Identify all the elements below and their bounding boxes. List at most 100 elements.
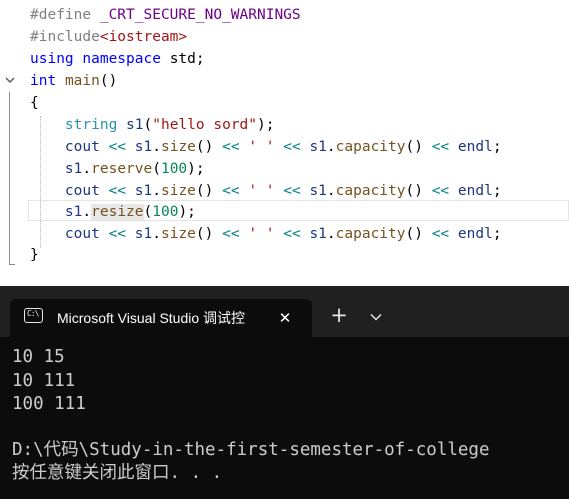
namespace-name: std <box>169 51 196 67</box>
punct: ( <box>143 117 153 133</box>
punct: ( <box>143 204 153 220</box>
code-line-9[interactable]: cout << s1.size() << ' ' << s1.capacity(… <box>30 180 502 202</box>
operator: << <box>431 139 450 155</box>
char-literal: ' ' <box>248 139 275 155</box>
parens: () <box>195 183 214 199</box>
punct: ); <box>187 161 205 177</box>
console-icon: C:\ <box>24 308 43 323</box>
code-line-8[interactable]: s1.reserve(100); <box>30 158 205 180</box>
punct: ( <box>152 161 161 177</box>
punct: ); <box>178 204 196 220</box>
code-line-2[interactable]: #include<iostream> <box>30 26 187 48</box>
code-line-5[interactable]: { <box>30 92 39 114</box>
code-line-12[interactable]: } <box>30 244 39 266</box>
code-line-10[interactable]: s1.resize(100); <box>30 201 196 223</box>
operator: << <box>283 183 301 199</box>
method: resize <box>91 204 144 220</box>
operator: << <box>283 226 301 242</box>
type-keyword: int <box>30 73 57 89</box>
tab-title: Microsoft Visual Studio 调试控 <box>57 310 246 326</box>
number-literal: 100 <box>152 204 179 220</box>
semicolon: ; <box>492 226 502 242</box>
terminal-output[interactable]: 10 15 10 111 100 111 D:\代码\Study-in-the-… <box>0 337 569 499</box>
preprocessor-directive: #include <box>30 29 100 45</box>
include-header: <iostream> <box>99 29 188 45</box>
macro-name: _CRT_SECURE_NO_WARNINGS <box>99 7 301 23</box>
code-line-3[interactable]: using namespace std; <box>30 48 205 70</box>
method: capacity <box>335 183 406 199</box>
parens: () <box>405 139 423 155</box>
string-literal: "hello sord" <box>152 117 258 133</box>
operator: << <box>431 226 450 242</box>
identifier: endl <box>457 139 493 155</box>
chevron-down-icon[interactable] <box>362 302 390 330</box>
output-line-3: 100 111 <box>12 394 86 414</box>
close-icon[interactable]: ✕ <box>272 305 298 331</box>
identifier: endl <box>457 226 493 242</box>
console-icon-glyph: C:\ <box>27 309 39 318</box>
variable: s1 <box>64 161 83 177</box>
code-editor[interactable]: #define _CRT_SECURE_NO_WARNINGS #include… <box>0 0 569 268</box>
parens: () <box>405 183 423 199</box>
operator: << <box>431 183 450 199</box>
variable: s1 <box>64 204 83 220</box>
fold-region-end <box>9 264 15 265</box>
code-line-11[interactable]: cout << s1.size() << ' ' << s1.capacity(… <box>30 223 502 245</box>
new-tab-button[interactable]: + <box>325 302 353 330</box>
variable: s1 <box>134 183 153 199</box>
output-line-2: 10 111 <box>12 371 76 391</box>
identifier: cout <box>64 139 100 155</box>
open-brace: { <box>30 95 39 111</box>
operator: << <box>108 139 127 155</box>
parens: () <box>405 226 423 242</box>
code-line-7[interactable]: cout << s1.size() << ' ' << s1.capacity(… <box>30 136 502 158</box>
tab-debug-console[interactable]: C:\ Microsoft Visual Studio 调试控 ✕ <box>10 299 312 337</box>
method: size <box>160 139 196 155</box>
method: capacity <box>335 226 406 242</box>
output-line-5: D:\代码\Study-in-the-first-semester-of-col… <box>12 440 490 460</box>
parens: () <box>195 226 214 242</box>
debug-console-window[interactable]: C:\ Microsoft Visual Studio 调试控 ✕ + 10 1… <box>0 286 569 499</box>
type-name: string <box>64 117 118 133</box>
semicolon: ; <box>195 51 205 67</box>
char-literal: ' ' <box>248 183 275 199</box>
variable: s1 <box>126 117 144 133</box>
punct: ); <box>257 117 275 133</box>
operator: << <box>108 226 127 242</box>
code-line-4[interactable]: int main() <box>30 70 117 92</box>
keyword: using <box>30 51 74 67</box>
identifier: cout <box>64 183 100 199</box>
method: size <box>160 183 196 199</box>
identifier: endl <box>457 183 493 199</box>
fold-region-line <box>9 92 10 264</box>
operator: << <box>108 183 127 199</box>
preprocessor-directive: #define <box>30 7 92 23</box>
variable: s1 <box>134 226 153 242</box>
parens: () <box>99 73 118 89</box>
parens: () <box>195 139 214 155</box>
operator: << <box>222 139 240 155</box>
terminal-tab-bar: C:\ Microsoft Visual Studio 调试控 ✕ + <box>0 286 569 337</box>
chevron-down-icon[interactable] <box>3 74 17 88</box>
semicolon: ; <box>492 183 502 199</box>
code-line-6[interactable]: string s1("hello sord"); <box>30 114 275 136</box>
operator: << <box>222 226 240 242</box>
method: size <box>160 226 196 242</box>
variable: s1 <box>309 139 327 155</box>
keyword: namespace <box>82 51 161 67</box>
variable: s1 <box>134 139 153 155</box>
fold-gutter <box>0 0 28 268</box>
semicolon: ; <box>492 139 502 155</box>
method: capacity <box>335 139 406 155</box>
method: reserve <box>91 161 153 177</box>
number-literal: 100 <box>160 161 188 177</box>
char-literal: ' ' <box>248 226 275 242</box>
function-name: main <box>64 73 100 89</box>
variable: s1 <box>309 183 327 199</box>
operator: << <box>283 139 301 155</box>
code-line-1[interactable]: #define _CRT_SECURE_NO_WARNINGS <box>30 4 301 26</box>
output-line-6: 按任意键关闭此窗口. . . <box>12 463 223 483</box>
identifier: cout <box>64 226 100 242</box>
variable: s1 <box>309 226 327 242</box>
output-line-1: 10 15 <box>12 347 65 367</box>
